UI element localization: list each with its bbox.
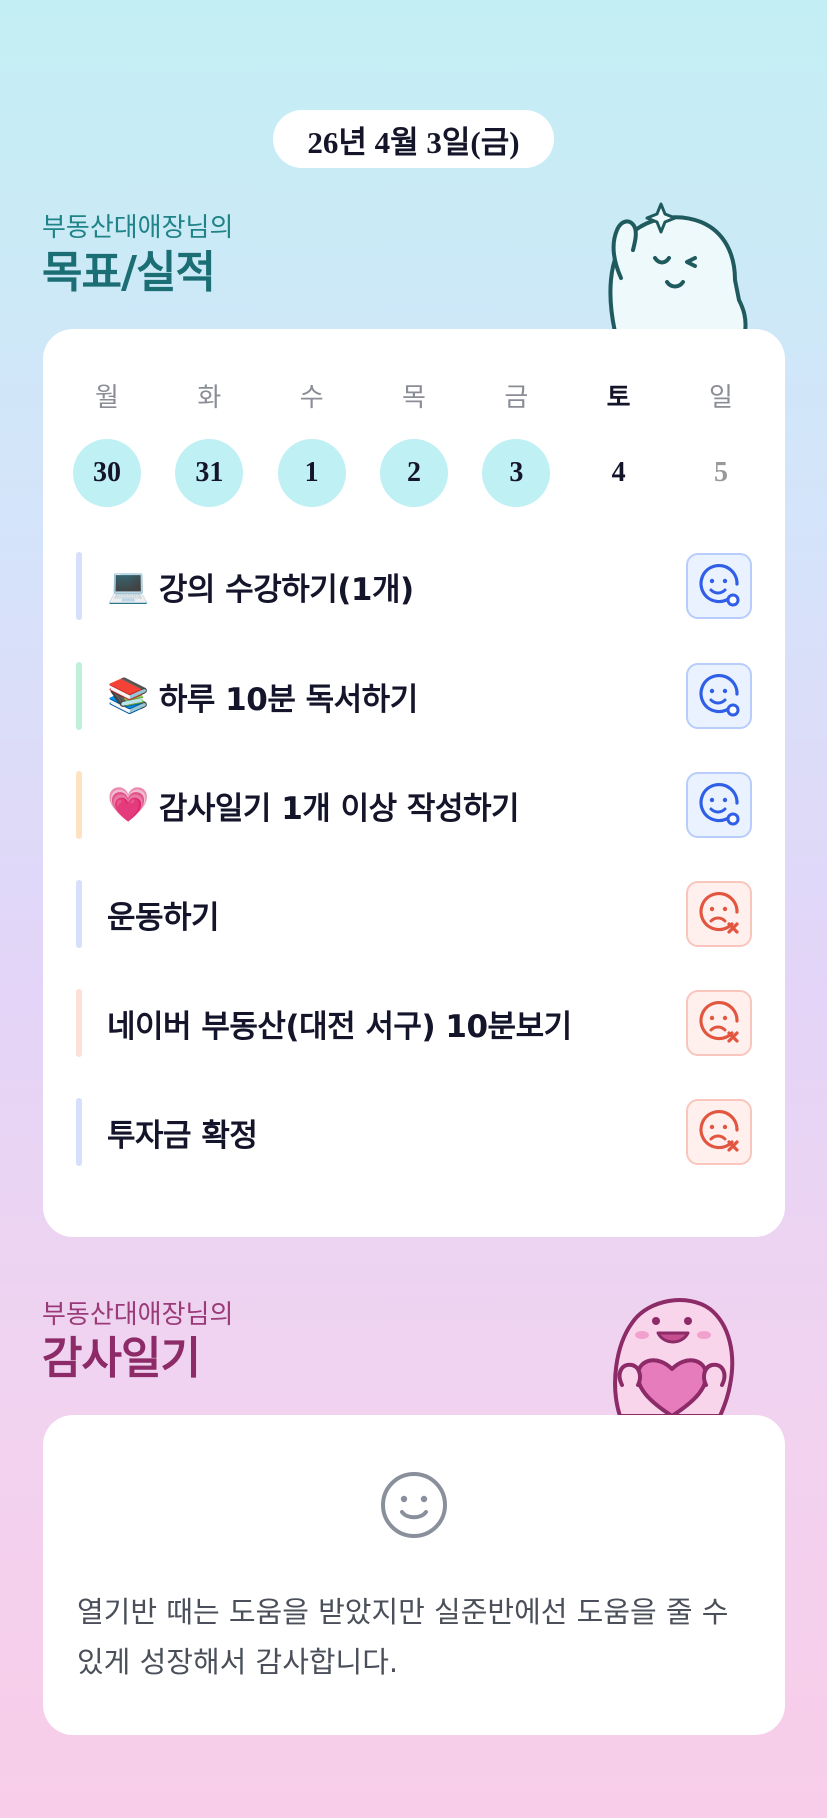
date-cell-today[interactable]: 4: [585, 439, 653, 507]
goal-row: 💗 감사일기 1개 이상 작성하기: [76, 771, 752, 839]
date-cell-selected[interactable]: 3: [482, 439, 551, 507]
weekday-label: 수: [299, 383, 324, 413]
goal-color-bar: [76, 1098, 82, 1166]
weekday-label-today: 토: [606, 383, 631, 413]
goal-color-bar: [76, 662, 82, 730]
current-date: 26년 4월 3일(금): [307, 124, 520, 160]
goal-achieved-button[interactable]: [686, 553, 752, 619]
diary-section-title: 감사일기: [42, 1333, 201, 1384]
goal-label: 강의 수강하기(1개): [158, 571, 414, 608]
smile-check-icon: [699, 563, 740, 607]
goal-row: 💻 강의 수강하기(1개): [76, 552, 752, 620]
goal-achieved-button[interactable]: [686, 772, 752, 838]
goal-color-bar: [76, 880, 82, 948]
goal-failed-button[interactable]: [686, 990, 752, 1056]
goal-label: 감사일기 1개 이상 작성하기: [158, 790, 520, 827]
goal-row: 운동하기: [76, 880, 752, 948]
sad-x-icon: [699, 891, 739, 934]
goal-label: 하루 10분 독서하기: [158, 681, 418, 718]
weekday-label: 목: [402, 383, 426, 413]
smile-check-icon: [699, 782, 740, 826]
goal-label: 운동하기: [107, 899, 220, 936]
weekday-header: 월 화 수 목 금 토 일: [73, 377, 755, 414]
smile-icon: [381, 1472, 447, 1538]
weekday-label: 화: [197, 383, 222, 413]
sad-x-icon: [699, 1109, 739, 1152]
goal-failed-button[interactable]: [686, 881, 752, 947]
goal-label: 네이버 부동산(대전 서구) 10분보기: [107, 1008, 572, 1045]
waving-character-illustration: [608, 202, 748, 332]
gratitude-diary-text: 열기반 때는 도움을 받았지만 실준반에선 도움을 줄 수 있게 성장해서 감사…: [77, 1595, 729, 1679]
goals-card: 월 화 수 목 금 토 일 30 31 1 2 3 4 5 💻 강의 수강하기(1…: [43, 329, 785, 1237]
week-dates: 30 31 1 2 3 4 5: [73, 439, 755, 507]
goal-label: 투자금 확정: [107, 1117, 258, 1154]
goal-color-bar: [76, 771, 82, 839]
goals-section-title: 목표/실적: [42, 247, 216, 298]
weekday-label: 월: [95, 383, 119, 413]
goal-row: 네이버 부동산(대전 서구) 10분보기: [76, 989, 752, 1057]
weekday-label: 일: [709, 383, 733, 413]
sad-x-icon: [699, 1000, 739, 1043]
date-pill[interactable]: 26년 4월 3일(금): [273, 110, 554, 168]
books-icon: 📚: [107, 676, 149, 716]
goal-failed-button[interactable]: [686, 1099, 752, 1165]
heart-icon: 💗: [107, 785, 149, 825]
goal-row: 📚 하루 10분 독서하기: [76, 662, 752, 730]
goal-color-bar: [76, 552, 82, 620]
date-cell-future[interactable]: 5: [687, 439, 755, 507]
goal-achieved-button[interactable]: [686, 663, 752, 729]
laptop-icon: 💻: [107, 566, 149, 606]
goal-row: 투자금 확정: [76, 1098, 752, 1166]
goal-color-bar: [76, 989, 82, 1057]
date-cell-done[interactable]: 2: [379, 439, 448, 507]
gratitude-diary-card: 열기반 때는 도움을 받았지만 실준반에선 도움을 줄 수 있게 성장해서 감사…: [43, 1415, 785, 1735]
date-cell-done[interactable]: 30: [73, 439, 141, 507]
smile-check-icon: [699, 673, 740, 717]
weekday-label: 금: [504, 383, 529, 413]
date-cell-done[interactable]: 31: [175, 439, 244, 507]
heart-character-illustration: [613, 1298, 735, 1416]
date-cell-done[interactable]: 1: [277, 439, 346, 507]
